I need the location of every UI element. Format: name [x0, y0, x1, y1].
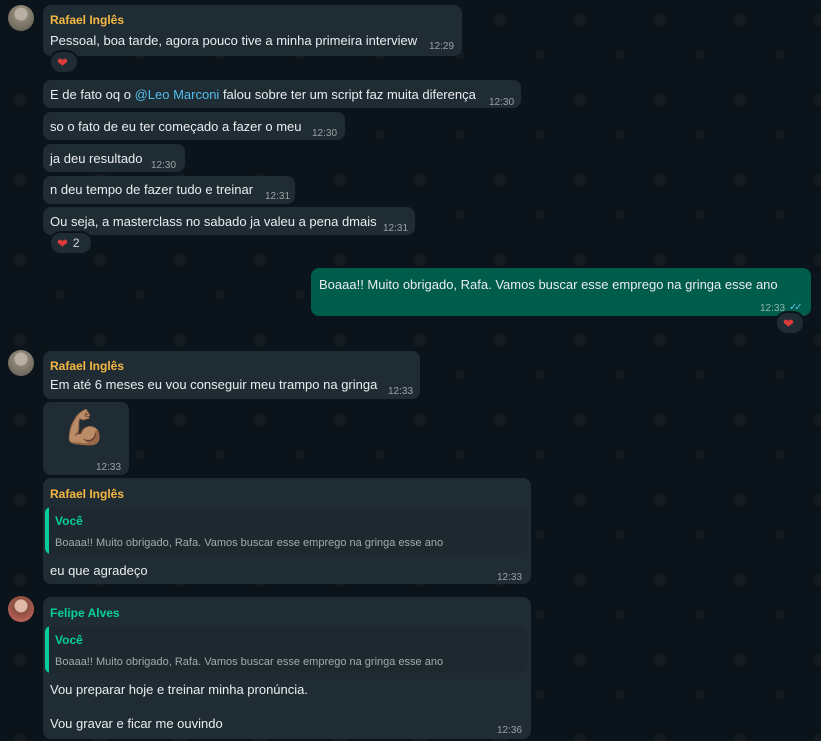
avatar-rafael[interactable]: [8, 5, 34, 31]
reply-message-bubble[interactable]: Rafael Inglês Você Boaaa!! Muito obrigad…: [43, 478, 531, 584]
message-text: Pessoal, boa tarde, agora pouco tive a m…: [50, 33, 418, 48]
message-text: Ou seja, a masterclass no sabado ja vale…: [50, 214, 377, 229]
message-text: Em até 6 meses eu vou conseguir meu tram…: [50, 377, 378, 392]
quoted-message[interactable]: Você Boaaa!! Muito obrigado, Rafa. Vamos…: [45, 507, 527, 554]
message-time: 12:30: [489, 97, 515, 108]
sender-name[interactable]: Felipe Alves: [50, 605, 120, 622]
message-text-line-2: Vou gravar e ficar me ouvindo: [50, 716, 223, 731]
message-text: n deu tempo de fazer tudo e treinar: [50, 182, 254, 197]
message-text: E de fato oq o @Leo Marconi falou sobre …: [50, 87, 476, 102]
message-time: 12:29: [429, 41, 455, 52]
reaction-badge[interactable]: ❤: [777, 313, 803, 333]
message-text-line-1: Vou preparar hoje e treinar minha pronún…: [50, 682, 308, 697]
quote-text: Boaaa!! Muito obrigado, Rafa. Vamos busc…: [55, 656, 444, 668]
message-text: so o fato de eu ter começado a fazer o m…: [50, 119, 302, 134]
message-bubble[interactable]: Rafael Inglês Em até 6 meses eu vou cons…: [43, 351, 420, 399]
sender-name[interactable]: Rafael Inglês: [50, 358, 124, 375]
mention-link[interactable]: @Leo Marconi: [135, 87, 220, 102]
message-time: 12:33: [96, 462, 122, 473]
message-text: eu que agradeço: [50, 563, 148, 578]
message-text: ja deu resultado: [50, 151, 143, 166]
quote-accent-bar: [45, 626, 49, 673]
heart-icon: ❤: [57, 235, 68, 251]
message-time: 12:33: [497, 572, 523, 583]
reaction-badge[interactable]: ❤: [51, 52, 77, 72]
message-bubble[interactable]: Ou seja, a masterclass no sabado ja vale…: [43, 207, 415, 235]
message-time: 12:36: [497, 725, 523, 736]
quote-author: Você: [55, 514, 83, 528]
emoji-message-bubble[interactable]: 💪🏽 12:33: [43, 402, 129, 475]
message-bubble[interactable]: so o fato de eu ter começado a fazer o m…: [43, 112, 345, 140]
message-bubble[interactable]: E de fato oq o @Leo Marconi falou sobre …: [43, 80, 521, 108]
message-bubble-outgoing[interactable]: Boaaa!! Muito obrigado, Rafa. Vamos busc…: [311, 268, 811, 316]
message-bubble[interactable]: Rafael Inglês Pessoal, boa tarde, agora …: [43, 5, 462, 56]
quote-text: Boaaa!! Muito obrigado, Rafa. Vamos busc…: [55, 537, 444, 549]
message-text: Boaaa!! Muito obrigado, Rafa. Vamos busc…: [319, 277, 778, 292]
message-bubble[interactable]: n deu tempo de fazer tudo e treinar 12:3…: [43, 176, 295, 204]
quote-accent-bar: [45, 507, 49, 554]
heart-icon: ❤: [57, 54, 68, 70]
flexed-biceps-emoji: 💪🏽: [63, 409, 106, 447]
reply-message-bubble[interactable]: Felipe Alves Você Boaaa!! Muito obrigado…: [43, 597, 531, 739]
sender-name[interactable]: Rafael Inglês: [50, 486, 124, 503]
reaction-count: 2: [72, 236, 80, 250]
quote-author: Você: [55, 633, 83, 647]
message-bubble[interactable]: ja deu resultado 12:30: [43, 144, 185, 172]
sender-name[interactable]: Rafael Inglês: [50, 12, 124, 29]
quoted-message[interactable]: Você Boaaa!! Muito obrigado, Rafa. Vamos…: [45, 626, 527, 673]
avatar-rafael[interactable]: [8, 350, 34, 376]
message-time: 12:33: [388, 386, 414, 397]
message-time: 12:31: [265, 191, 291, 202]
message-time: 12:30: [151, 160, 177, 171]
message-time: 12:31: [383, 223, 409, 234]
message-time: 12:30: [312, 128, 338, 139]
reaction-badge[interactable]: ❤ 2: [51, 233, 91, 253]
heart-icon: ❤: [783, 315, 794, 331]
avatar-felipe[interactable]: [8, 596, 34, 622]
